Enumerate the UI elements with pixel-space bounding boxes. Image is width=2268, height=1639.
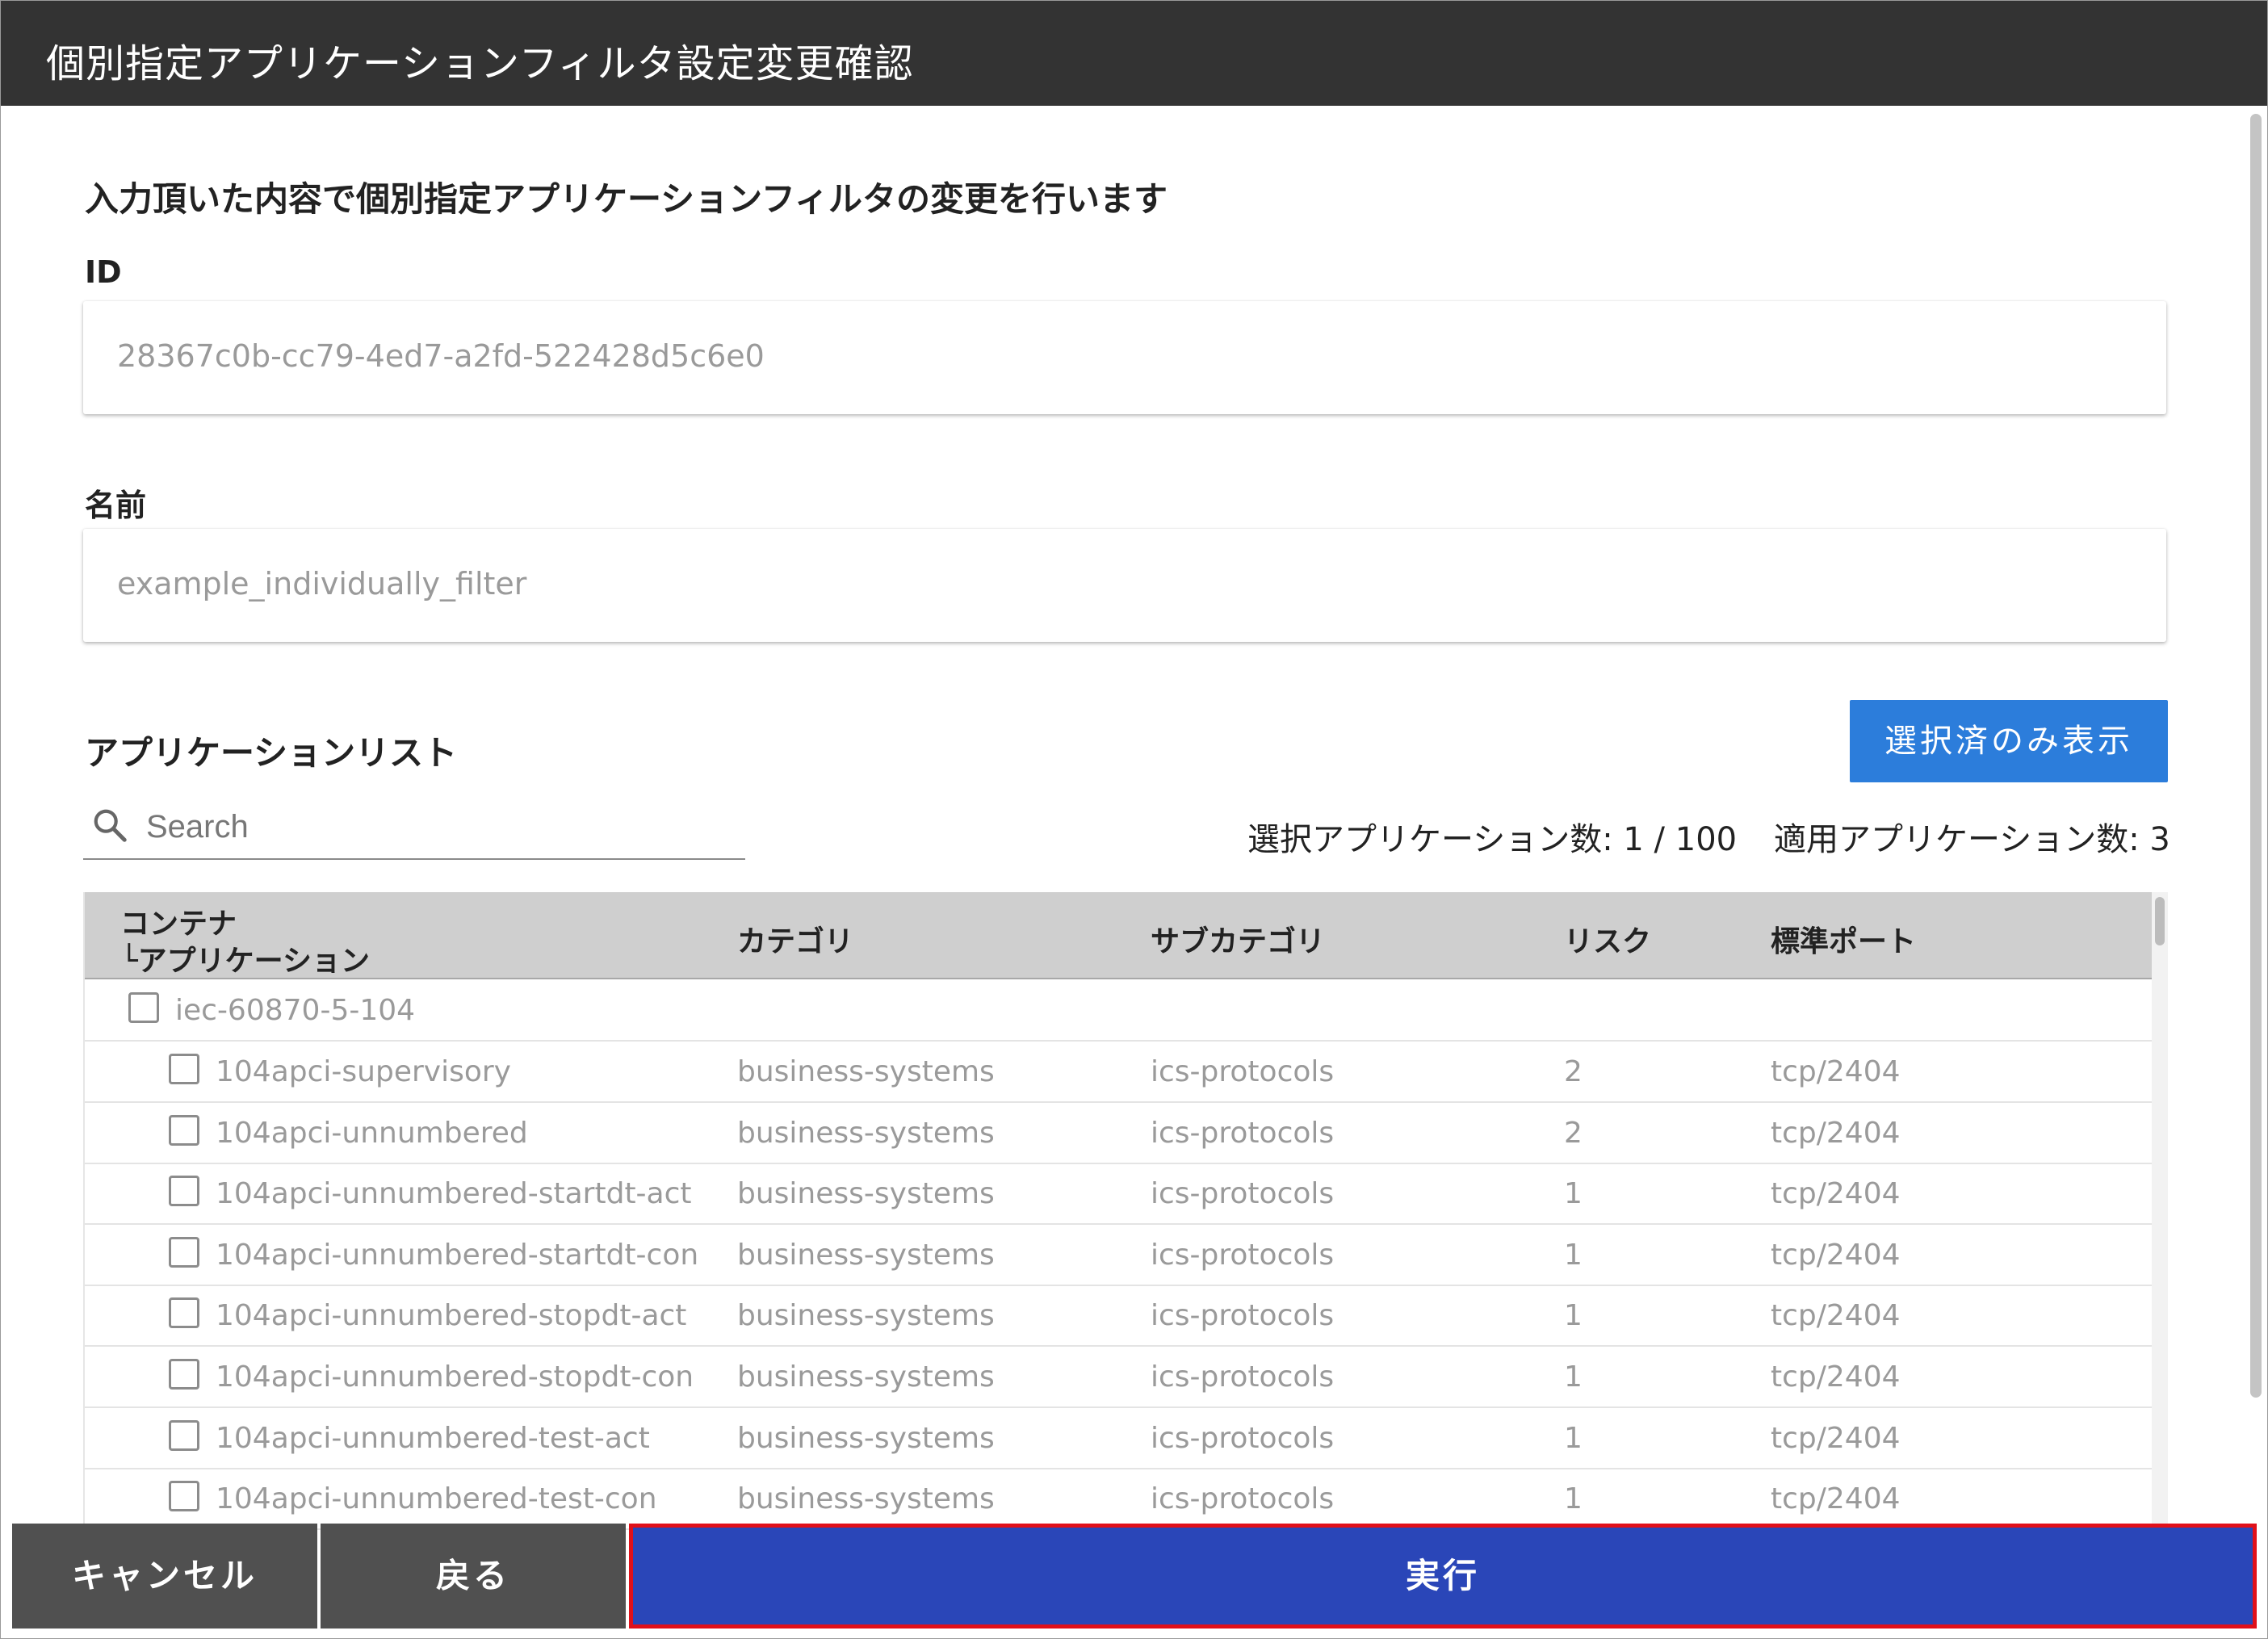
table-row[interactable]: 104apci-unnumbered-test-con business-syst… [85, 1468, 2152, 1530]
container-name: iec-60870-5-104 [175, 994, 416, 1027]
application-category: business-systems [737, 1055, 995, 1088]
search-input[interactable] [145, 803, 737, 850]
application-name: 104apci-unnumbered-test-act [216, 1421, 650, 1455]
application-risk: 1 [1564, 1360, 1583, 1394]
row-checkbox[interactable] [169, 1481, 199, 1512]
application-port: tcp/2404 [1771, 1360, 1901, 1394]
row-checkbox[interactable] [169, 1176, 199, 1207]
settings-confirm-dialog: 個別指定アプリケーションフィルタ設定変更確認 入力頂いた内容で個別指定アプリケー… [0, 0, 2268, 1639]
application-name: 104apci-unnumbered-stopdt-act [216, 1299, 687, 1333]
dialog-scrollbar[interactable] [2249, 106, 2265, 1398]
application-subcategory: ics-protocols [1151, 1116, 1335, 1150]
row-checkbox[interactable] [169, 1236, 199, 1268]
container-checkbox[interactable] [128, 992, 159, 1023]
table-scrollbar[interactable] [2152, 892, 2168, 1530]
application-subcategory: ics-protocols [1151, 1360, 1335, 1394]
dialog-scrollbar-thumb[interactable] [2250, 114, 2262, 1398]
name-label: 名前 [85, 488, 147, 523]
application-risk: 1 [1564, 1299, 1583, 1333]
application-category: business-systems [737, 1360, 995, 1394]
application-table: コンテナ └アプリケーション カテゴリ サブカテゴリ リスク 標準ポート iec… [83, 892, 2168, 1530]
row-checkbox[interactable] [169, 1297, 199, 1329]
application-port: tcp/2404 [1771, 1299, 1901, 1333]
column-header-risk: リスク [1564, 925, 1652, 958]
cancel-button[interactable]: キャンセル [12, 1524, 317, 1629]
column-header-application: └アプリケーション [120, 945, 370, 978]
dialog-footer: キャンセル 戻る 実行 [12, 1524, 2257, 1629]
application-category: business-systems [737, 1177, 995, 1211]
dialog-titlebar: 個別指定アプリケーションフィルタ設定変更確認 [1, 1, 2267, 106]
application-name: 104apci-unnumbered-test-con [216, 1482, 657, 1516]
application-port: tcp/2404 [1771, 1482, 1901, 1516]
application-subcategory: ics-protocols [1151, 1177, 1335, 1211]
id-value: 28367c0b-cc79-4ed7-a2fd-522428d5c6e0 [117, 338, 765, 374]
application-port: tcp/2404 [1771, 1116, 1901, 1150]
application-risk: 1 [1564, 1421, 1583, 1455]
application-port: tcp/2404 [1771, 1421, 1901, 1455]
application-port: tcp/2404 [1771, 1238, 1901, 1272]
column-header-port: 標準ポート [1771, 925, 1917, 958]
application-category: business-systems [737, 1421, 995, 1455]
id-label: ID [85, 254, 122, 290]
selected-app-count: 選択アプリケーション数: 1 / 100 [1247, 821, 1738, 858]
search-bar [83, 797, 745, 860]
application-category: business-systems [737, 1482, 995, 1516]
table-row[interactable]: 104apci-unnumbered-test-act business-syst… [85, 1407, 2152, 1469]
application-name: 104apci-unnumbered-stopdt-con [216, 1360, 694, 1394]
table-row[interactable]: 104apci-unnumbered-startdt-act business-s… [85, 1163, 2152, 1226]
application-category: business-systems [737, 1116, 995, 1150]
application-category: business-systems [737, 1238, 995, 1272]
applied-app-count: 適用アプリケーション数: 3 [1774, 821, 2170, 858]
dialog-title: 個別指定アプリケーションフィルタ設定変更確認 [46, 41, 914, 86]
application-name: 104apci-unnumbered [216, 1116, 528, 1150]
application-risk: 1 [1564, 1177, 1583, 1211]
name-value: example_individually_filter [117, 566, 527, 602]
application-name: 104apci-supervisory [216, 1055, 511, 1088]
application-list-title: アプリケーションリスト [85, 733, 458, 773]
application-subcategory: ics-protocols [1151, 1421, 1335, 1455]
application-subcategory: ics-protocols [1151, 1299, 1335, 1333]
column-header-subcategory: サブカテゴリ [1151, 925, 1326, 958]
row-checkbox[interactable] [169, 1054, 199, 1084]
application-port: tcp/2404 [1771, 1177, 1901, 1211]
application-risk: 1 [1564, 1482, 1583, 1516]
row-checkbox[interactable] [169, 1359, 199, 1390]
id-field[interactable]: 28367c0b-cc79-4ed7-a2fd-522428d5c6e0 [83, 301, 2166, 414]
container-row[interactable]: iec-60870-5-104 [85, 979, 2152, 1042]
application-port: tcp/2404 [1771, 1055, 1901, 1088]
column-header-category: カテゴリ [737, 925, 854, 958]
table-header: コンテナ └アプリケーション カテゴリ サブカテゴリ リスク 標準ポート [85, 892, 2153, 979]
application-risk: 1 [1564, 1238, 1583, 1272]
table-row[interactable]: 104apci-unnumbered business-systems ics-pr… [85, 1102, 2152, 1164]
application-name: 104apci-unnumbered-startdt-con [216, 1238, 699, 1272]
search-icon [94, 809, 127, 842]
table-scrollbar-thumb[interactable] [2155, 897, 2165, 945]
table-row[interactable]: 104apci-unnumbered-stopdt-act business-sy… [85, 1285, 2152, 1348]
application-subcategory: ics-protocols [1151, 1238, 1335, 1272]
application-category: business-systems [737, 1299, 995, 1333]
table-row[interactable]: 104apci-unnumbered-startdt-con business-s… [85, 1224, 2152, 1286]
application-risk: 2 [1564, 1055, 1583, 1088]
execute-button[interactable]: 実行 [629, 1524, 2257, 1629]
application-subcategory: ics-protocols [1151, 1055, 1335, 1088]
back-button[interactable]: 戻る [321, 1524, 626, 1629]
application-risk: 2 [1564, 1116, 1583, 1150]
show-selected-only-button[interactable]: 選択済のみ表示 [1850, 700, 2168, 782]
application-name: 104apci-unnumbered-startdt-act [216, 1177, 692, 1211]
table-row[interactable]: 104apci-supervisory business-systems ics-p… [85, 1041, 2152, 1103]
row-checkbox[interactable] [169, 1114, 199, 1146]
table-row[interactable]: 104apci-unnumbered-stopdt-con business-sy… [85, 1346, 2152, 1408]
application-subcategory: ics-protocols [1151, 1482, 1335, 1516]
row-checkbox[interactable] [169, 1419, 199, 1451]
column-header-container: コンテナ [120, 908, 237, 941]
name-field[interactable]: example_individually_filter [83, 529, 2166, 642]
confirmation-message: 入力頂いた内容で個別指定アプリケーションフィルタの変更を行います [85, 179, 1168, 219]
